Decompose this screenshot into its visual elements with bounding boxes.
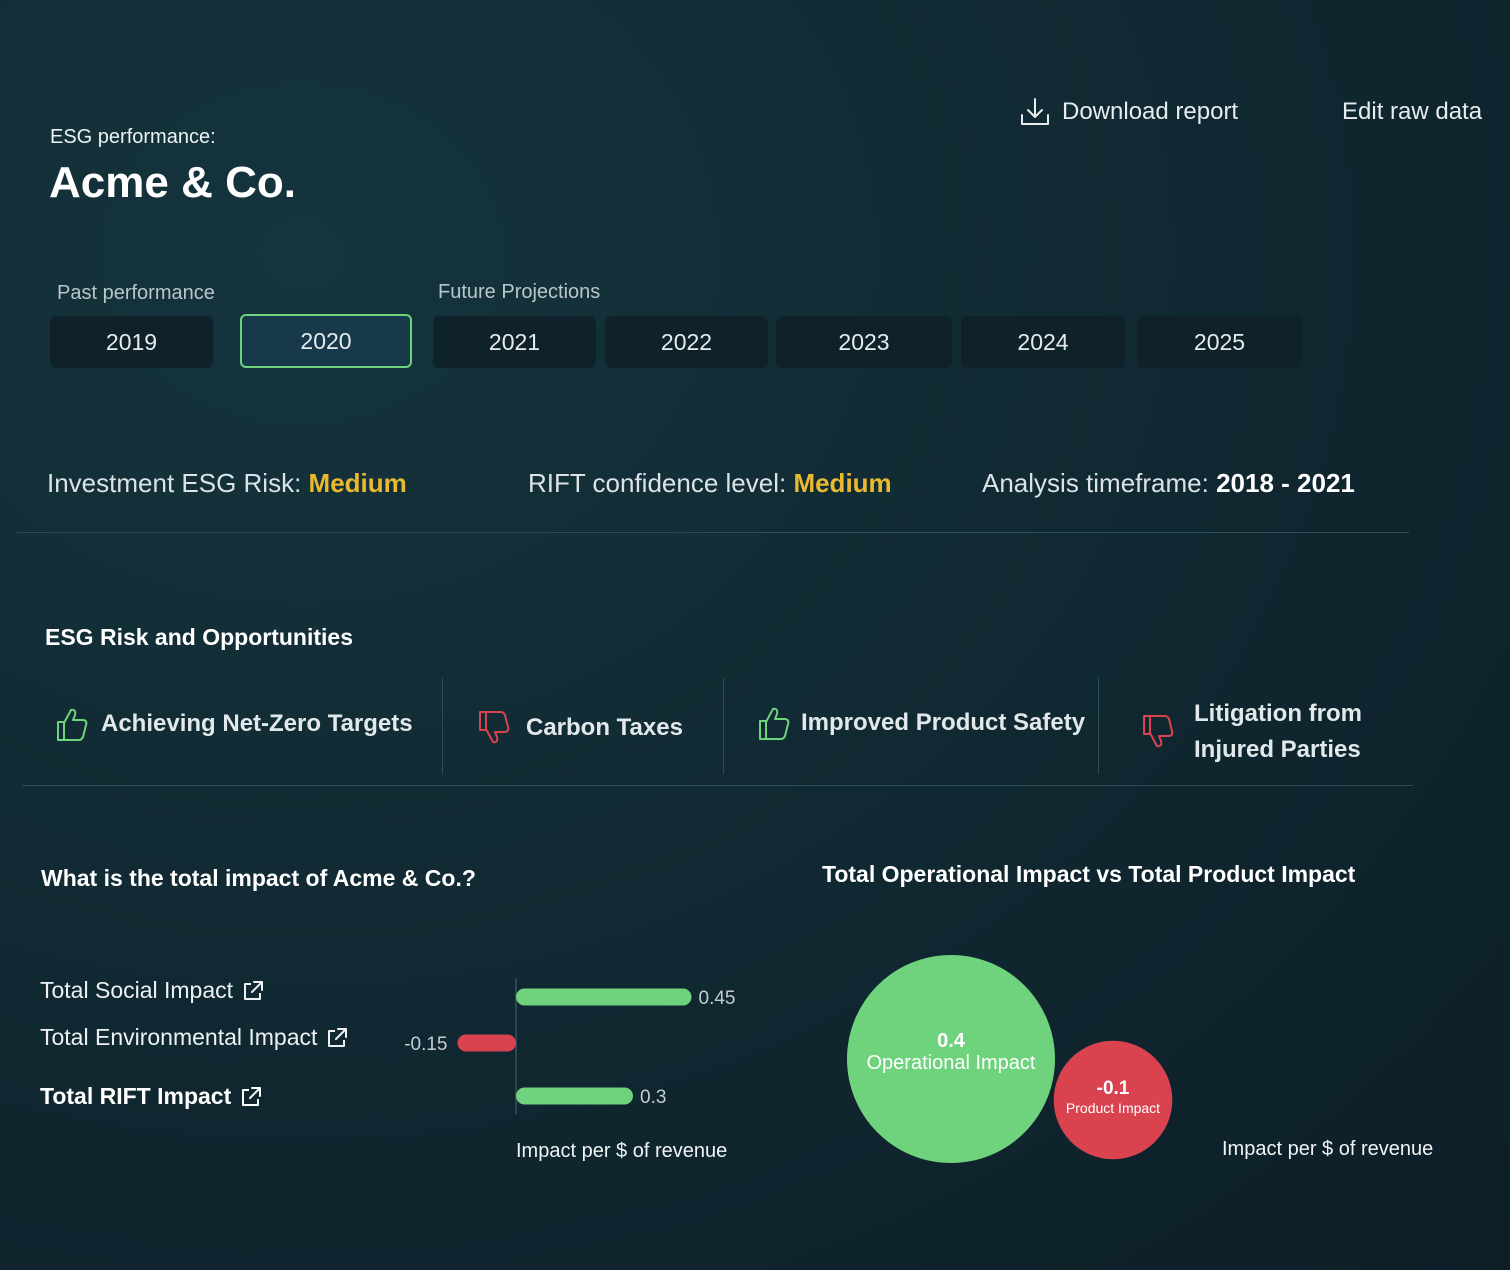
risk-card-net-zero: Achieving Net-Zero Targets [55, 706, 413, 742]
page-subtitle: ESG performance: [50, 126, 216, 148]
year-tab-2021[interactable]: 2021 [433, 316, 596, 368]
risk-card-label: Achieving Net-Zero Targets [101, 710, 413, 737]
impact-row-social[interactable]: Total Social Impact [40, 977, 265, 1004]
esg-risk-value: Medium [308, 468, 407, 498]
confidence-metric: RIFT confidence level: Medium [528, 468, 892, 499]
bubble-name-label: Operational Impact [867, 1052, 1036, 1074]
risk-card-label: Litigation from Injured Parties [1194, 696, 1362, 768]
impact-bar [516, 1087, 633, 1105]
year-tab-2023[interactable]: 2023 [776, 316, 952, 368]
risk-card-litigation: Litigation from Injured Parties [1141, 696, 1362, 768]
year-tab-2022[interactable]: 2022 [605, 316, 768, 368]
risk-card-carbon-taxes: Carbon Taxes [477, 710, 683, 746]
download-icon [1021, 98, 1049, 125]
future-projections-label: Future Projections [438, 281, 601, 303]
timeframe-value: 2018 - 2021 [1216, 468, 1355, 498]
esg-risk-label: Investment ESG Risk: [47, 468, 302, 498]
impact-section-title: What is the total impact of Acme & Co.? [41, 865, 476, 891]
external-link-icon [328, 1027, 348, 1047]
download-report-button[interactable]: Download report [1018, 95, 1238, 129]
impact-row-environmental[interactable]: Total Environmental Impact [40, 1024, 349, 1051]
impact-bar [516, 988, 692, 1006]
risk-card-product-safety: Improved Product Safety [757, 705, 1085, 741]
company-title: Acme & Co. [49, 158, 296, 207]
impact-bar [457, 1034, 516, 1052]
timeframe-label: Analysis timeframe: [982, 468, 1209, 498]
external-link-icon [242, 1086, 262, 1106]
timeframe-metric: Analysis timeframe: 2018 - 2021 [982, 468, 1355, 499]
confidence-label: RIFT confidence level: [528, 468, 787, 498]
impact-bar-chart: 0.45 -0.15 0.3 [404, 978, 736, 1114]
thumbs-up-icon [759, 707, 790, 740]
risk-card-label: Improved Product Safety [801, 709, 1086, 736]
year-tab-2025[interactable]: 2025 [1137, 316, 1302, 368]
download-report-label: Download report [1062, 98, 1239, 125]
thumbs-down-icon [479, 711, 510, 744]
risks-section-title: ESG Risk and Opportunities [45, 624, 353, 650]
divider [17, 532, 1409, 533]
past-performance-label: Past performance [57, 282, 215, 304]
bubble-chart-title: Total Operational Impact vs Total Produc… [822, 861, 1356, 887]
impact-row-label: Total RIFT Impact [40, 1083, 232, 1109]
impact-bubble-chart: 0.4Operational Impact -0.1Product Impact [847, 955, 1173, 1163]
thumbs-up-icon [57, 708, 88, 741]
bubble-value-label: -0.1 [1097, 1078, 1130, 1099]
year-tab-2024[interactable]: 2024 [961, 316, 1125, 368]
bubble-chart-axis-label: Impact per $ of revenue [1222, 1138, 1434, 1160]
bar-value-label: 0.3 [640, 1087, 666, 1108]
external-link-icon [244, 980, 264, 1000]
year-tab-2019[interactable]: 2019 [50, 316, 213, 368]
card-separator [723, 678, 724, 774]
esg-risk-metric: Investment ESG Risk: Medium [47, 468, 407, 499]
impact-row-rift[interactable]: Total RIFT Impact [40, 1083, 263, 1110]
impact-row-label: Total Social Impact [40, 977, 234, 1003]
bar-chart-axis-label: Impact per $ of revenue [516, 1140, 728, 1162]
risk-card-label: Carbon Taxes [526, 714, 683, 741]
card-separator [442, 678, 443, 774]
risk-card-label-line1: Litigation from [1194, 700, 1362, 727]
card-separator [1098, 678, 1099, 774]
year-tab-2020[interactable]: 2020 [240, 314, 412, 368]
impact-row-label: Total Environmental Impact [40, 1024, 318, 1050]
bubble-value-label: 0.4 [937, 1030, 966, 1052]
divider [22, 785, 1413, 786]
confidence-value: Medium [793, 468, 892, 498]
risk-card-label-line2: Injured Parties [1194, 736, 1361, 763]
bubble-name-label: Product Impact [1066, 1100, 1160, 1116]
bar-value-label: -0.15 [404, 1034, 447, 1055]
edit-raw-data-button[interactable]: Edit raw data [1342, 98, 1482, 126]
bar-value-label: 0.45 [699, 988, 736, 1009]
thumbs-down-icon [1143, 715, 1174, 748]
